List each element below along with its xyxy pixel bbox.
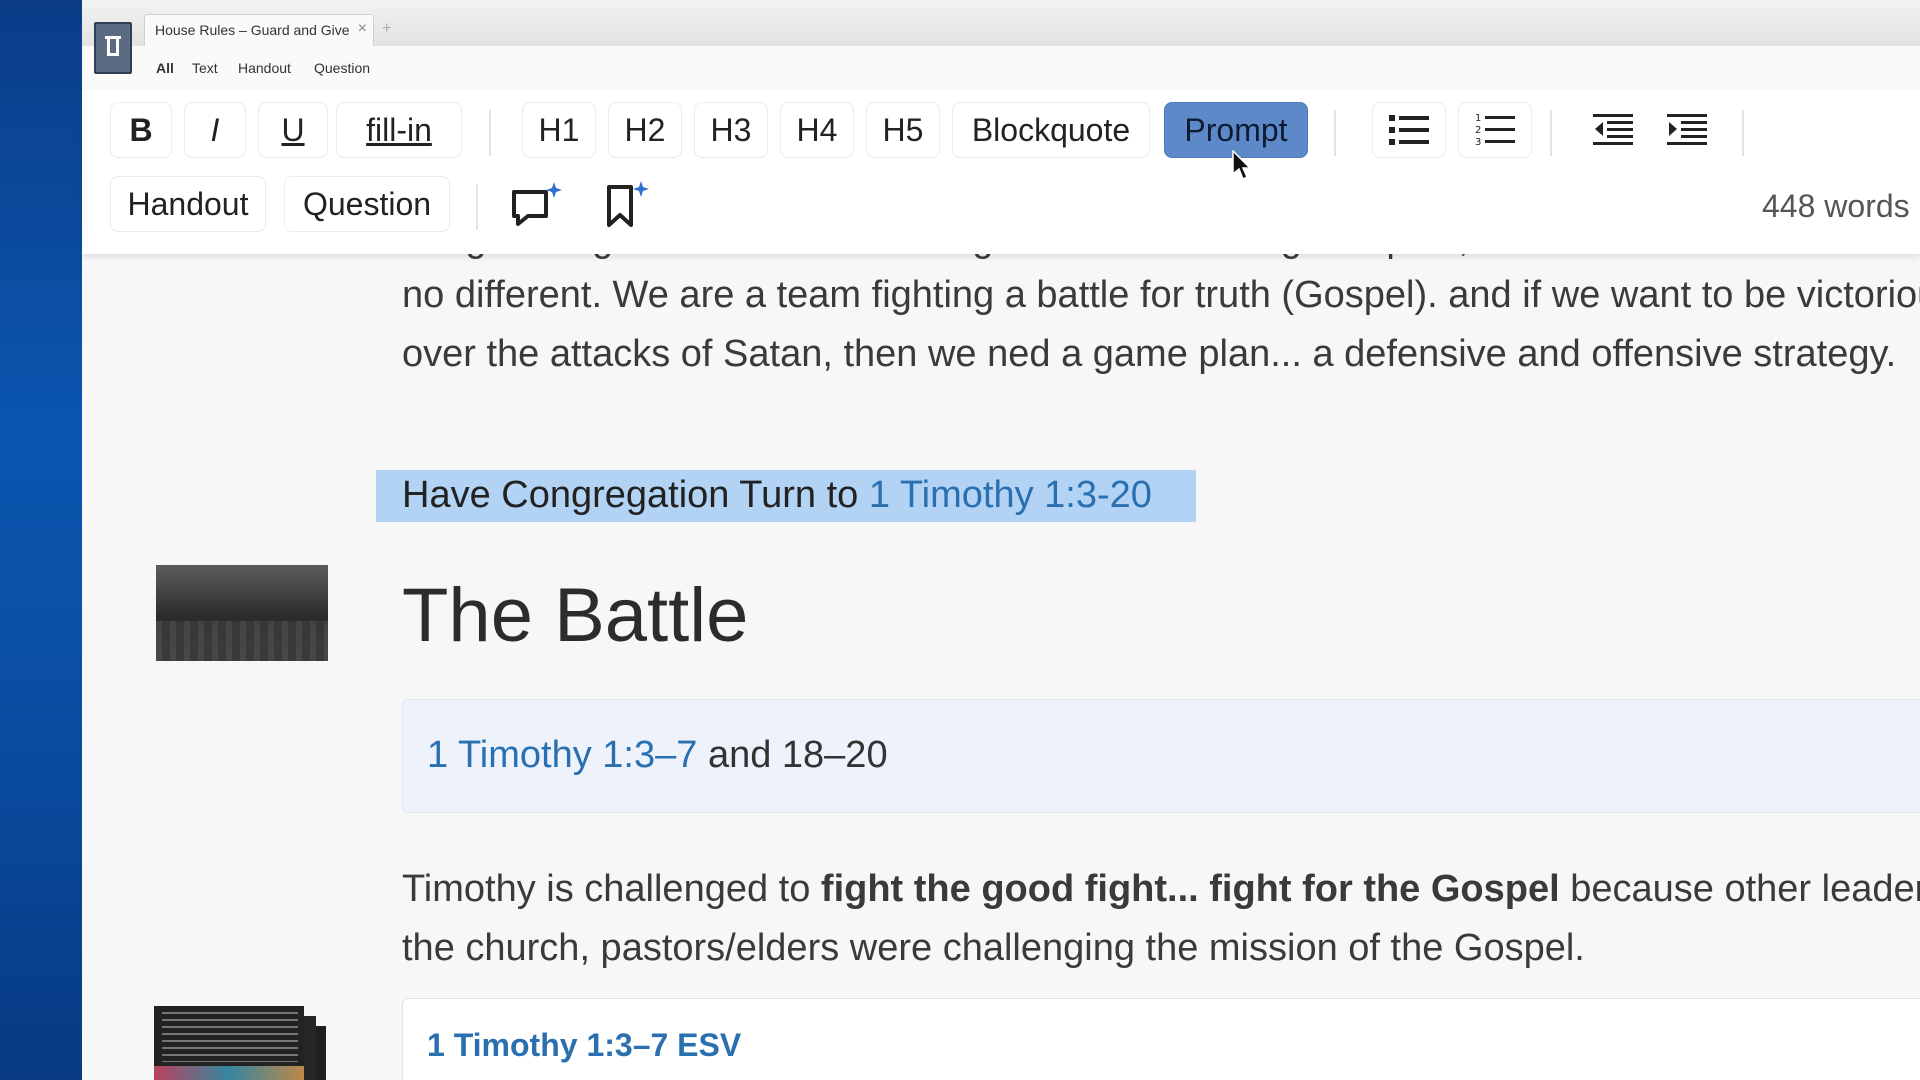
app-window: House Rules – Guard and Give × + All Tex… — [82, 0, 1920, 1080]
italic-button[interactable]: I — [184, 102, 246, 158]
svg-text:2: 2 — [1475, 125, 1481, 136]
scripture-link[interactable]: 1 Timothy 1:3-20 — [869, 474, 1152, 516]
toolbar-divider — [1334, 110, 1336, 156]
outdent-icon — [1593, 114, 1633, 145]
outdent-button[interactable] — [1580, 102, 1646, 158]
prompt-block[interactable]: Have Congregation Turn to 1 Timothy 1:3-… — [376, 470, 1196, 522]
svg-text:1: 1 — [1475, 113, 1481, 124]
document-tab[interactable]: House Rules – Guard and Give × — [144, 14, 374, 46]
svg-text:3: 3 — [1475, 137, 1481, 148]
section-heading: The Battle — [402, 573, 749, 658]
slide-stack-thumbnail[interactable] — [154, 1006, 330, 1080]
blockquote-button[interactable]: Blockquote — [952, 102, 1150, 158]
prompt-prefix: Have Congregation Turn to — [402, 474, 869, 516]
document-tab-title: House Rules – Guard and Give — [155, 22, 350, 38]
filter-tab-question[interactable]: Question — [314, 60, 370, 76]
desktop-background — [0, 0, 82, 1080]
add-comment-button[interactable] — [502, 176, 572, 232]
logo-icon — [105, 36, 121, 56]
heading4-button[interactable]: H4 — [780, 102, 854, 158]
slide-thumbnail-image — [154, 1066, 304, 1080]
indent-icon — [1667, 114, 1707, 145]
toolbar-divider — [489, 110, 491, 156]
paragraph-text: no different. We are a team fighting a b… — [402, 274, 1920, 375]
slide-thumbnail — [154, 1006, 304, 1080]
formatting-toolbar: B I U fill-in H1 H2 H3 H4 H5 Blockquote … — [82, 90, 1920, 254]
new-tab-button[interactable]: + — [382, 20, 391, 38]
bible-passage-title[interactable]: 1 Timothy 1:3–7 ESV — [427, 1027, 741, 1064]
underline-button[interactable]: U — [258, 102, 328, 158]
document-editor[interactable]: ...a game against teams in the league — … — [82, 254, 1920, 1080]
app-logo[interactable] — [94, 22, 132, 74]
bullet-list-icon — [1389, 115, 1429, 145]
filter-bar: All Text Handout Question — [82, 46, 1920, 90]
numbered-list-button[interactable]: 1 2 3 — [1458, 102, 1532, 158]
bold-button[interactable]: B — [110, 102, 172, 158]
paragraph-text: Timothy is challenged to fight the good … — [402, 860, 1920, 978]
handout-button[interactable]: Handout — [110, 176, 266, 232]
slide-thumbnail-image — [156, 621, 328, 661]
scripture-link[interactable]: 1 Timothy 1:3–7 — [427, 734, 697, 776]
add-bookmark-button[interactable] — [594, 176, 660, 232]
toolbar-divider — [1550, 110, 1552, 156]
slide-thumbnail[interactable] — [156, 565, 328, 661]
slide-thumbnail-text — [162, 1012, 298, 1062]
heading2-button[interactable]: H2 — [608, 102, 682, 158]
close-icon[interactable]: × — [358, 20, 367, 38]
paragraph-prefix: Timothy is challenged to — [402, 868, 821, 910]
fill-in-button[interactable]: fill-in — [336, 102, 462, 158]
heading3-button[interactable]: H3 — [694, 102, 768, 158]
prompt-text: Have Congregation Turn to 1 Timothy 1:3-… — [402, 474, 1152, 517]
bible-passage-block[interactable]: 1 Timothy 1:3–7 ESV — [402, 998, 1920, 1080]
scripture-reference-block[interactable]: 1 Timothy 1:3–7 and 18–20 — [402, 699, 1920, 813]
question-button[interactable]: Question — [284, 176, 450, 232]
toolbar-divider — [476, 184, 478, 230]
title-bar: House Rules – Guard and Give × + — [82, 0, 1920, 47]
filter-tab-text[interactable]: Text — [192, 60, 218, 76]
bookmark-sparkle-icon — [607, 181, 649, 227]
indent-button[interactable] — [1654, 102, 1720, 158]
numbered-list-icon: 1 2 3 — [1475, 113, 1515, 148]
mouse-cursor-icon — [1232, 150, 1252, 181]
bullet-list-button[interactable] — [1372, 102, 1446, 158]
toolbar-divider — [1742, 110, 1744, 156]
scripture-reference-text: 1 Timothy 1:3–7 and 18–20 — [427, 734, 888, 777]
paragraph-bold: fight the good fight... fight for the Go… — [820, 868, 1560, 910]
filter-tab-handout[interactable]: Handout — [238, 60, 291, 76]
heading5-button[interactable]: H5 — [866, 102, 940, 158]
scripture-reference-suffix: and 18–20 — [697, 734, 888, 776]
word-count: 448 words — [1762, 188, 1910, 224]
filter-tab-all[interactable]: All — [156, 60, 174, 76]
heading1-button[interactable]: H1 — [522, 102, 596, 158]
comment-sparkle-icon — [512, 182, 562, 226]
